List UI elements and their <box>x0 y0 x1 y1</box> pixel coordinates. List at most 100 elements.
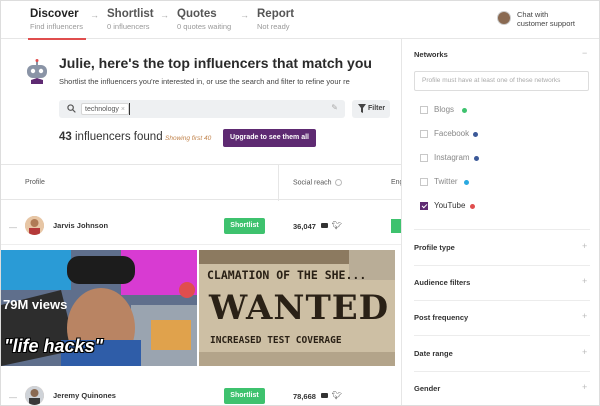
column-profile[interactable]: Profile <box>25 179 45 186</box>
expand-icon[interactable]: + <box>582 276 587 286</box>
facebook-dot-icon <box>473 132 478 137</box>
step-title: Report <box>257 8 295 20</box>
video-thumbnails: 79M views "life hacks" CLAMATION OF THE … <box>1 250 401 366</box>
app-frame: Discover Find influencers → Shortlist 0 … <box>0 0 600 406</box>
checkbox[interactable] <box>420 178 428 186</box>
arrow-right-icon: → <box>240 10 249 20</box>
filter-icon <box>358 104 366 113</box>
checkbox[interactable] <box>420 130 428 138</box>
expand-icon[interactable]: + <box>582 347 587 357</box>
collapse-icon[interactable]: — <box>9 393 17 402</box>
divider <box>414 371 590 372</box>
search-input[interactable]: technology × ✎ <box>59 100 345 118</box>
social-reach-value: 78,668 <box>293 392 316 401</box>
collapse-icon[interactable]: − <box>582 48 587 58</box>
youtube-dot-icon <box>470 204 475 209</box>
column-social-reach[interactable]: Social reach <box>293 179 342 186</box>
twitter-dot-icon <box>464 180 469 185</box>
checkbox[interactable] <box>420 154 428 162</box>
search-icon <box>67 104 76 113</box>
avatar <box>25 216 44 235</box>
avatar <box>25 386 44 405</box>
results-count: 43 influencers found <box>59 131 163 143</box>
networks-heading[interactable]: Networks <box>414 50 448 59</box>
upgrade-button[interactable]: Upgrade to see them all <box>223 129 316 147</box>
step-report[interactable]: Report Not ready <box>257 8 294 31</box>
step-subtitle: Not ready <box>257 22 290 31</box>
step-subtitle: Find influencers <box>30 22 83 31</box>
clear-icon[interactable]: ✎ <box>331 103 338 112</box>
twitter-icon: 🐦︎ <box>332 221 343 230</box>
divider <box>414 265 590 266</box>
divider <box>414 300 590 301</box>
text-cursor <box>129 103 130 115</box>
step-title: Discover <box>30 8 79 20</box>
divider <box>414 335 590 336</box>
search-tag-chip[interactable]: technology × <box>81 103 129 115</box>
step-shortlist[interactable]: Shortlist 0 influencers <box>107 8 154 31</box>
shortlist-button[interactable]: Shortlist <box>224 218 265 234</box>
section-date-range[interactable]: Date range <box>414 349 453 358</box>
info-icon <box>334 179 342 186</box>
chat-support-link[interactable]: Chat with customer support <box>517 10 599 28</box>
filter-label: Filter <box>368 105 386 112</box>
robot-icon <box>27 59 47 84</box>
arrow-right-icon: → <box>90 10 99 20</box>
step-navigation: Discover Find influencers → Shortlist 0 … <box>1 1 599 40</box>
support-avatar[interactable] <box>497 11 511 25</box>
youtube-icon <box>321 393 328 398</box>
chip-label: technology <box>85 106 119 113</box>
step-subtitle: 0 quotes waiting <box>177 22 232 31</box>
page-title: Julie, here's the top influencers that m… <box>59 55 372 71</box>
social-reach-value: 36,047 <box>293 222 316 231</box>
section-audience-filters[interactable]: Audience filters <box>414 278 470 287</box>
network-label: Twitter <box>434 177 458 186</box>
section-post-frequency[interactable]: Post frequency <box>414 313 468 322</box>
influencer-name[interactable]: Jarvis Johnson <box>53 221 108 230</box>
influencer-name[interactable]: Jeremy Quinones <box>53 391 116 400</box>
showing-note: Showing first 40 <box>165 135 212 142</box>
thumbnail-line1: CLAMATION OF THE SHE... <box>207 268 367 282</box>
step-title: Quotes <box>177 8 217 20</box>
network-label: YouTube <box>434 201 466 210</box>
step-subtitle: 0 influencers <box>107 22 150 31</box>
column-divider <box>278 165 279 201</box>
section-profile-type[interactable]: Profile type <box>414 243 455 252</box>
network-label: Instagram <box>434 153 470 162</box>
views-overlay: 79M views <box>3 297 68 312</box>
chip-close-icon[interactable]: × <box>121 106 125 113</box>
divider <box>414 229 590 230</box>
checkbox-checked[interactable] <box>420 202 428 210</box>
table-row[interactable]: — Jeremy Quinones Shortlist 78,668 🐦︎ <box>1 375 401 405</box>
column-label: Social reach <box>293 179 332 187</box>
checkbox[interactable] <box>420 106 428 114</box>
table-row[interactable]: — Jarvis Johnson Shortlist 36,047 🐦︎ <box>1 205 401 245</box>
expand-icon[interactable]: + <box>582 382 587 392</box>
video-thumbnail-wanted[interactable]: CLAMATION OF THE SHE... WANTED INCREASED… <box>199 250 395 366</box>
networks-input[interactable]: Profile must have at least one of these … <box>414 71 589 91</box>
filter-panel: Networks − Profile must have at least on… <box>401 39 599 405</box>
youtube-icon <box>321 223 328 228</box>
step-discover[interactable]: Discover Find influencers <box>28 8 86 40</box>
filter-button[interactable]: Filter <box>352 100 390 118</box>
results-number: 43 <box>59 131 72 143</box>
expand-icon[interactable]: + <box>582 241 587 251</box>
step-quotes[interactable]: Quotes 0 quotes waiting <box>177 8 231 31</box>
thumbnail-headline: WANTED <box>209 288 390 328</box>
thumbnail-line3: INCREASED TEST COVERAGE <box>210 335 342 346</box>
collapse-icon[interactable]: — <box>9 223 17 232</box>
shortlist-button[interactable]: Shortlist <box>224 388 265 404</box>
network-label: Facebook <box>434 129 470 138</box>
expand-icon[interactable]: + <box>582 311 587 321</box>
blogs-dot-icon <box>462 108 467 113</box>
table-header: Profile Social reach Eng <box>1 164 403 201</box>
page-subtitle: Shortlist the influencers you're interes… <box>59 77 350 86</box>
network-label: Blogs <box>434 105 455 114</box>
thumbnail-caption: "life hacks" <box>4 336 104 356</box>
twitter-icon: 🐦︎ <box>332 391 343 400</box>
arrow-right-icon: → <box>160 10 169 20</box>
chat-line1: Chat with <box>517 10 549 19</box>
section-gender[interactable]: Gender <box>414 384 440 393</box>
video-thumbnail-life-hacks[interactable]: 79M views "life hacks" <box>1 250 197 366</box>
instagram-dot-icon <box>474 156 479 161</box>
